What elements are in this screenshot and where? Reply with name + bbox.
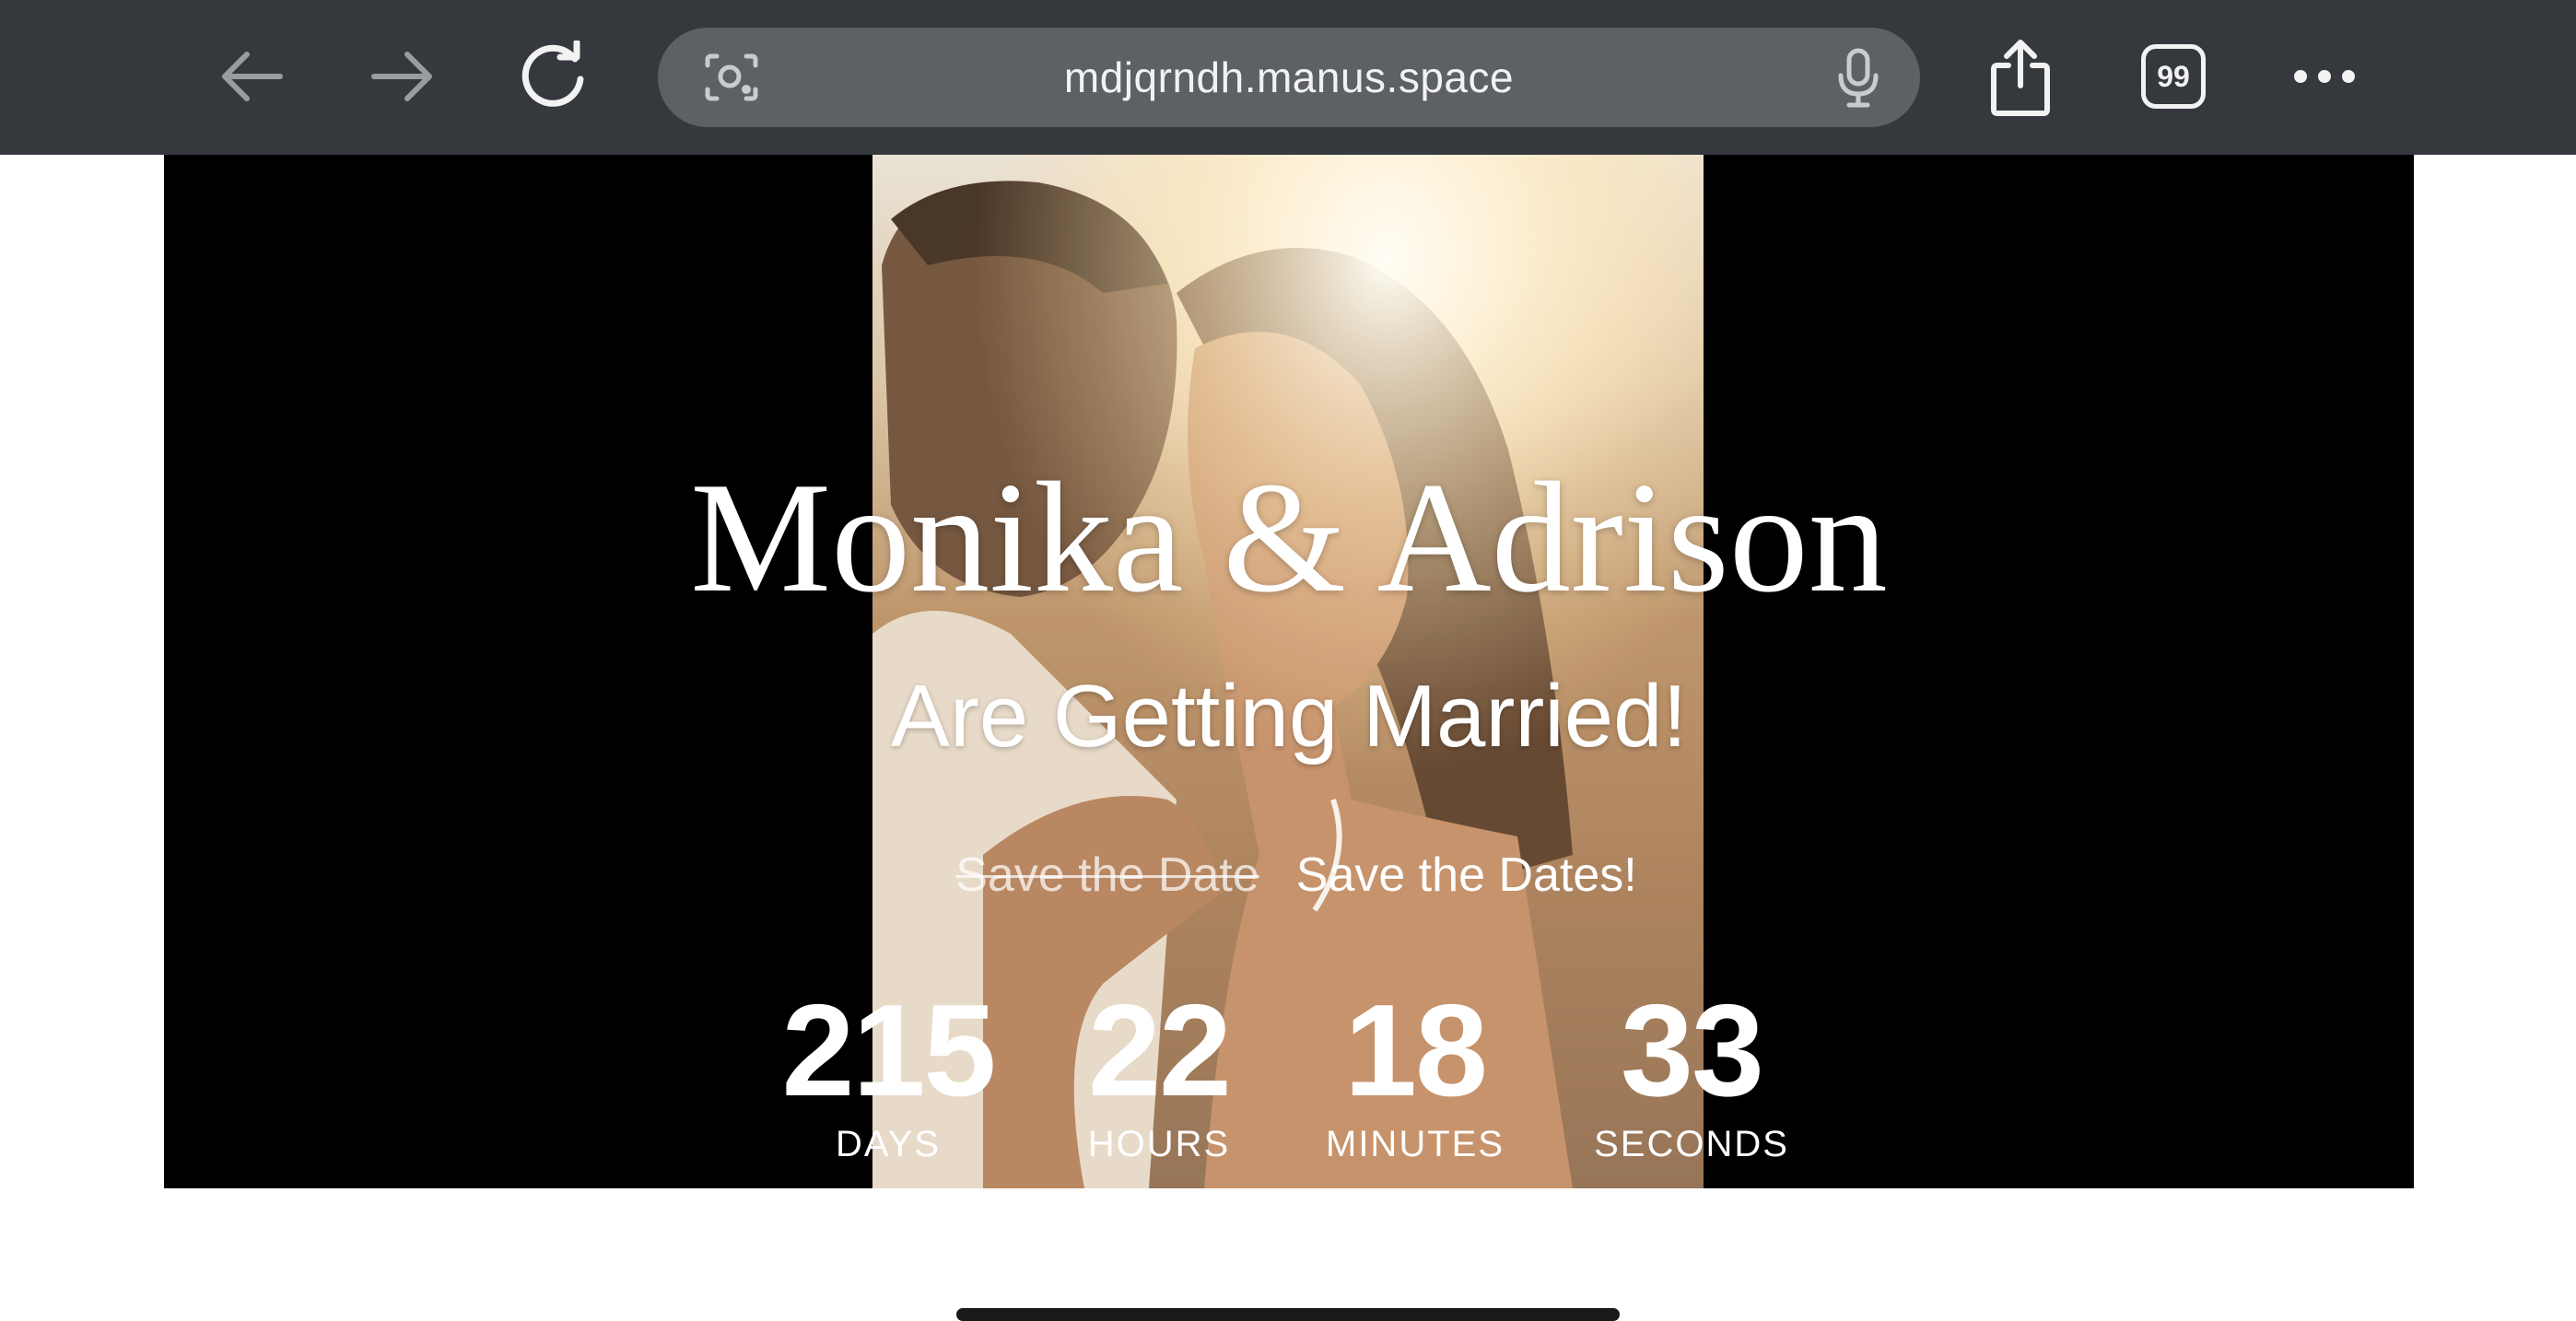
address-bar[interactable]: mdjqrndh.manus.space xyxy=(658,28,1920,127)
home-indicator[interactable] xyxy=(956,1308,1620,1321)
countdown-hours-value: 22 xyxy=(1088,977,1232,1124)
reload-icon xyxy=(521,41,584,107)
back-button[interactable] xyxy=(205,37,297,116)
countdown-minutes-value: 18 xyxy=(1344,977,1488,1124)
countdown-timer: 215 DAYS 22 HOURS 18 MINUTES 33 SECONDS xyxy=(164,986,2414,1188)
countdown-days-value: 215 xyxy=(781,977,997,1124)
arrow-left-icon xyxy=(222,52,283,101)
countdown-seconds-label: SECONDS xyxy=(1594,1124,1789,1164)
microphone-button[interactable] xyxy=(1826,46,1891,111)
save-the-date-struck: Save the Date xyxy=(955,848,1259,902)
couple-names-heading: Monika & Adrison xyxy=(690,450,1888,625)
countdown-seconds: 33 SECONDS xyxy=(1553,986,1830,1165)
more-dots-icon xyxy=(2294,70,2355,83)
web-page: Monika & Adrison Are Getting Married! Sa… xyxy=(0,155,2576,1321)
countdown-hours-label: HOURS xyxy=(1087,1124,1231,1164)
countdown-hours: 22 HOURS xyxy=(1021,986,1297,1165)
hero-section: Monika & Adrison Are Getting Married! Sa… xyxy=(164,155,2414,1188)
save-the-dates-text: Save the Dates! xyxy=(1295,848,1637,902)
url-text: mdjqrndh.manus.space xyxy=(1063,53,1515,101)
countdown-seconds-value: 33 xyxy=(1621,977,1764,1124)
share-button[interactable] xyxy=(1979,33,2062,122)
microphone-icon xyxy=(1838,48,1879,108)
countdown-days: 215 DAYS xyxy=(750,986,1026,1165)
countdown-minutes: 18 MINUTES xyxy=(1277,986,1553,1165)
save-the-date-row: Save the Date Save the Dates! xyxy=(164,851,2414,899)
arrow-right-icon xyxy=(371,52,432,101)
tabs-icon: 99 xyxy=(2141,44,2206,109)
countdown-days-label: DAYS xyxy=(836,1124,941,1164)
browser-toolbar: mdjqrndh.manus.space 99 xyxy=(0,0,2576,155)
countdown-minutes-label: MINUTES xyxy=(1326,1124,1505,1164)
share-icon xyxy=(1991,40,2050,116)
forward-button[interactable] xyxy=(357,37,450,116)
tabs-button[interactable]: 99 xyxy=(2134,37,2213,116)
reload-button[interactable] xyxy=(509,31,601,120)
tab-count: 99 xyxy=(2157,59,2190,93)
more-button[interactable] xyxy=(2283,46,2366,107)
married-subtitle: Are Getting Married! xyxy=(890,667,1688,766)
